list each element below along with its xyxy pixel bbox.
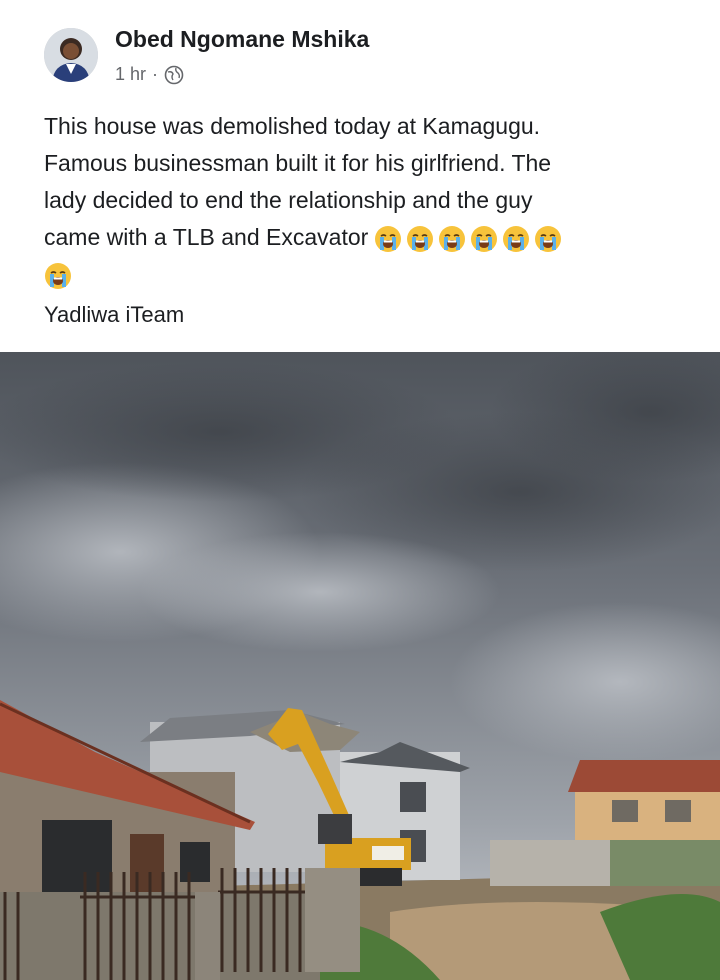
post-line: came with a TLB and Excavator: [44, 224, 369, 250]
loudly-crying-face-icon: [534, 225, 562, 253]
post-photo[interactable]: [0, 352, 720, 980]
loudly-crying-face-icon: [374, 225, 402, 253]
post-text: This house was demolished today at Kamag…: [44, 108, 694, 293]
globe-icon: [164, 65, 184, 85]
emoji-line: [44, 256, 694, 293]
loudly-crying-face-icon: [502, 225, 530, 253]
post-line: lady decided to end the relationship and…: [44, 187, 533, 213]
post-line-with-emoji: came with a TLB and Excavator: [44, 219, 694, 256]
emoji-row: [374, 225, 562, 253]
loudly-crying-face-icon: [44, 262, 72, 290]
tag-text[interactable]: Yadliwa iTeam: [44, 302, 184, 328]
post-header: Obed Ngomane Mshika 1 hr · This house wa…: [0, 0, 720, 352]
avatar[interactable]: [44, 28, 98, 82]
meta-separator: ·: [152, 64, 159, 84]
loudly-crying-face-icon: [406, 225, 434, 253]
post-meta: 1 hr ·: [115, 64, 184, 85]
post-line: This house was demolished today at Kamag…: [44, 113, 541, 139]
post-time[interactable]: 1 hr: [115, 64, 146, 85]
loudly-crying-face-icon: [470, 225, 498, 253]
loudly-crying-face-icon: [438, 225, 466, 253]
author-name[interactable]: Obed Ngomane Mshika: [115, 26, 369, 53]
post-line: Famous businessman built it for his girl…: [44, 150, 552, 176]
emoji-row: [44, 262, 72, 290]
